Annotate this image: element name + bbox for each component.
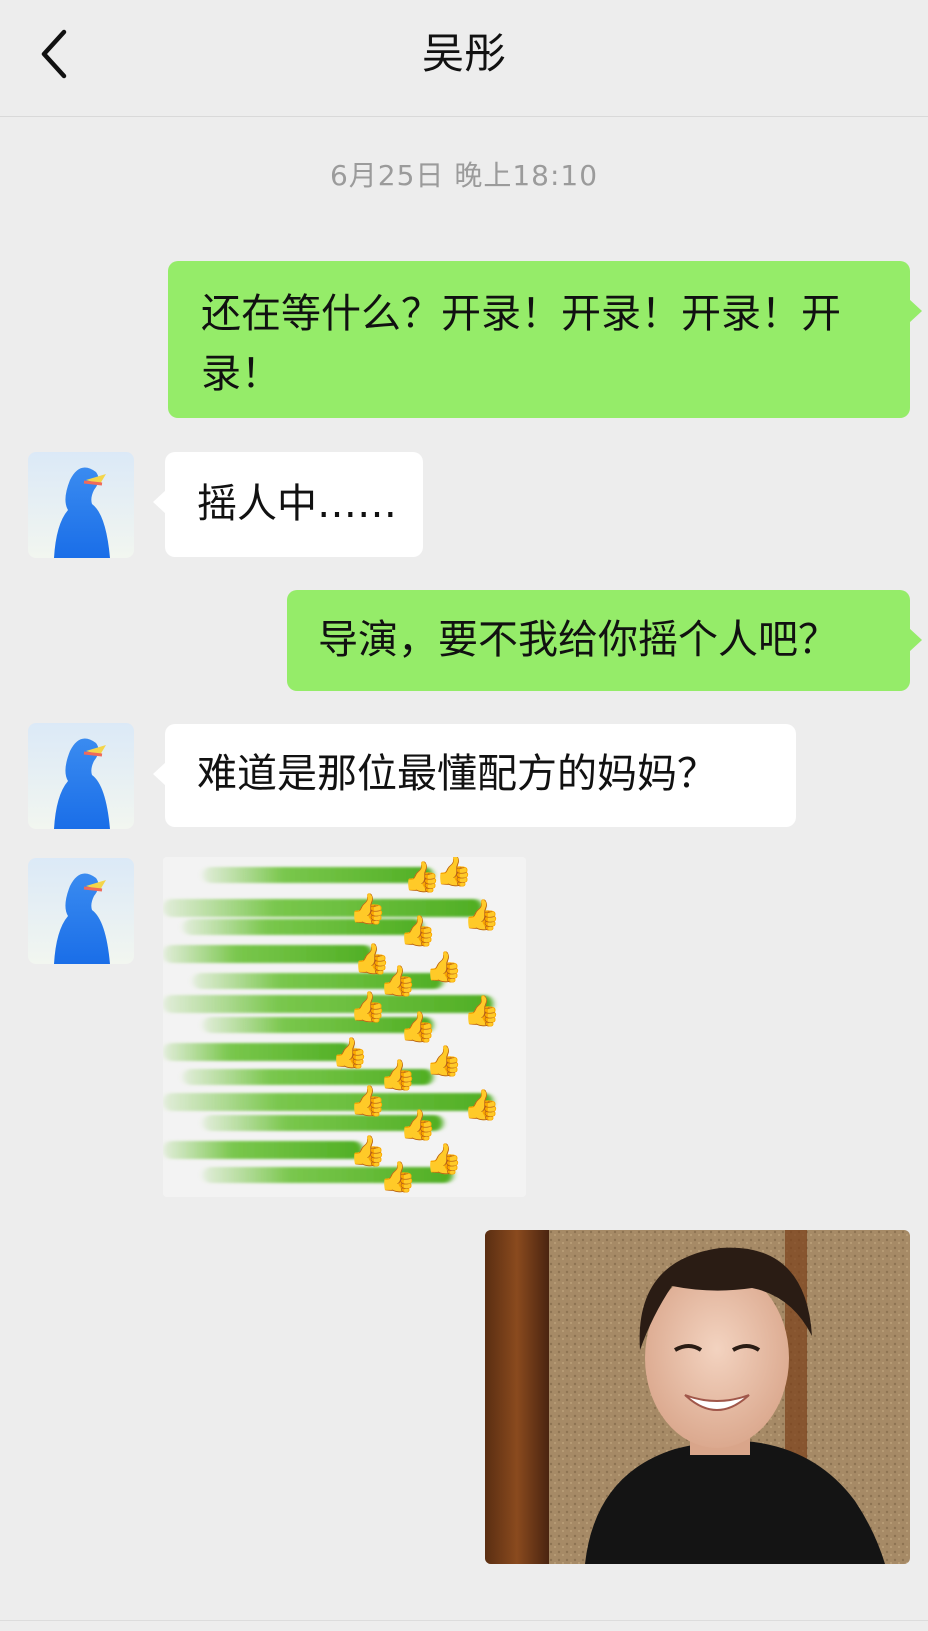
sent-photo[interactable] bbox=[485, 1230, 910, 1564]
svg-text:👍: 👍 bbox=[425, 1141, 462, 1177]
received-message-bubble[interactable]: 摇人中…… bbox=[153, 452, 423, 557]
svg-text:👍: 👍 bbox=[435, 857, 472, 889]
smiling-person-photo-image bbox=[485, 1230, 910, 1564]
input-bar-divider bbox=[0, 1620, 928, 1621]
message-text: 摇人中…… bbox=[197, 481, 397, 527]
svg-text:👍: 👍 bbox=[379, 1159, 416, 1195]
message-text: 难道是那位最懂配方的妈妈？ bbox=[197, 751, 717, 797]
svg-text:👍: 👍 bbox=[463, 993, 500, 1029]
contact-avatar[interactable] bbox=[28, 723, 134, 829]
sent-message-bubble[interactable]: 还在等什么？开录！开录！开录！开录！ bbox=[168, 261, 922, 418]
svg-text:👍: 👍 bbox=[399, 1107, 436, 1143]
avatar-image bbox=[28, 858, 134, 964]
received-message-bubble[interactable]: 难道是那位最懂配方的妈妈？ bbox=[153, 724, 796, 827]
sent-message-bubble[interactable]: 导演，要不我给你摇个人吧？ bbox=[287, 590, 922, 691]
message-text: 还在等什么？开录！开录！开录！开录！ bbox=[201, 291, 841, 397]
svg-text:👍: 👍 bbox=[349, 989, 386, 1025]
contact-avatar[interactable] bbox=[28, 452, 134, 558]
thumbs-up-sticker[interactable]: 👍 👍 👍 👍 👍 👍 👍 👍 👍 👍 👍 👍 👍 👍 👍 👍 👍 👍 👍 👍 bbox=[163, 857, 526, 1197]
contact-avatar[interactable] bbox=[28, 858, 134, 964]
svg-text:👍: 👍 bbox=[425, 949, 462, 985]
svg-text:👍: 👍 bbox=[463, 1087, 500, 1123]
svg-text:👍: 👍 bbox=[399, 1009, 436, 1045]
svg-text:👍: 👍 bbox=[349, 1083, 386, 1119]
chat-title: 吴彤 bbox=[421, 29, 506, 78]
svg-text:👍: 👍 bbox=[425, 1043, 462, 1079]
message-timestamp: 6月25日 晚上18:10 bbox=[329, 159, 599, 192]
chat-header: 吴彤 bbox=[0, 0, 928, 117]
svg-text:👍: 👍 bbox=[331, 1035, 368, 1071]
avatar-image bbox=[28, 452, 134, 558]
svg-text:👍: 👍 bbox=[463, 897, 500, 933]
avatar-image bbox=[28, 723, 134, 829]
svg-text:👍: 👍 bbox=[399, 913, 436, 949]
message-text: 导演，要不我给你摇个人吧？ bbox=[318, 617, 838, 663]
green-thumbs-up-sticker-image: 👍👍 👍 👍 👍👍 👍👍 👍 👍 👍👍 👍👍 👍 👍 👍👍 👍👍 bbox=[163, 857, 526, 1197]
svg-text:👍: 👍 bbox=[349, 891, 386, 927]
